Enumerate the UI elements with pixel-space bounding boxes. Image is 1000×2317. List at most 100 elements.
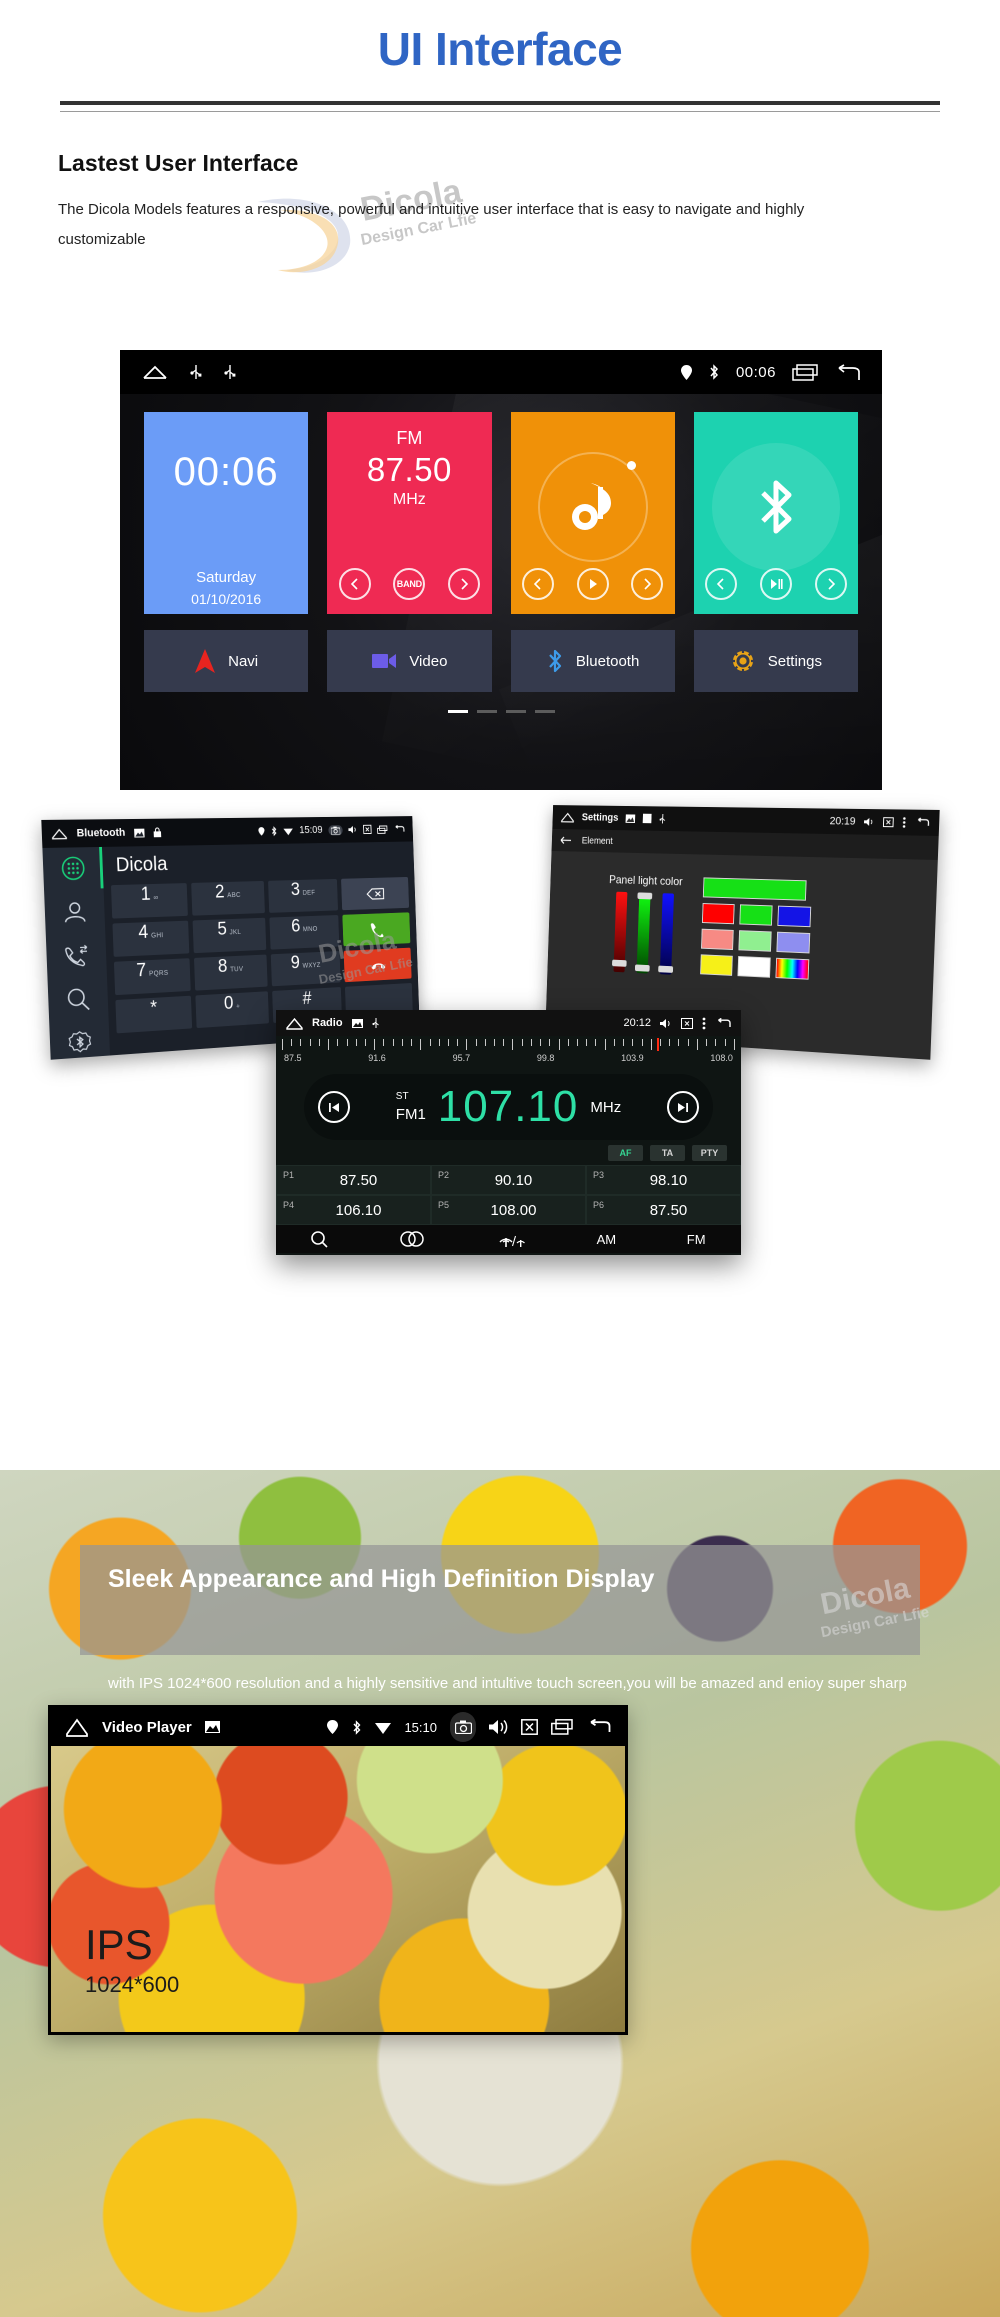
recents-icon[interactable] bbox=[792, 363, 818, 381]
camera-icon[interactable] bbox=[450, 1712, 476, 1742]
tile-radio[interactable]: FM 87.50 MHz BAND bbox=[327, 412, 492, 614]
volume-icon[interactable] bbox=[660, 1018, 672, 1029]
home-icon[interactable] bbox=[286, 1017, 303, 1030]
app-bluetooth[interactable]: Bluetooth bbox=[510, 630, 675, 692]
close-box-icon[interactable] bbox=[521, 1719, 538, 1735]
recents-icon[interactable] bbox=[551, 1719, 573, 1735]
sidebar-item-call-history[interactable] bbox=[59, 940, 95, 971]
bt-prev-button[interactable] bbox=[705, 568, 738, 600]
close-box-icon[interactable] bbox=[363, 825, 372, 834]
key-7[interactable]: 7 PQRS bbox=[113, 958, 191, 996]
rds-pty-button[interactable]: PTY bbox=[692, 1145, 727, 1161]
back-arrow-icon[interactable] bbox=[560, 836, 572, 845]
volume-icon[interactable] bbox=[489, 1719, 508, 1735]
radio-am-button[interactable]: AM bbox=[597, 1232, 617, 1247]
radio-frequency-scale[interactable]: 87.5 91.6 95.7 99.8 103.9 108.0 bbox=[276, 1036, 741, 1070]
camera-icon[interactable] bbox=[328, 824, 343, 836]
back-arrow-icon[interactable] bbox=[586, 1719, 611, 1735]
back-arrow-icon[interactable] bbox=[715, 1017, 731, 1029]
overflow-menu-icon[interactable] bbox=[902, 816, 906, 828]
swatch-green[interactable] bbox=[739, 904, 773, 926]
sidebar-item-search[interactable] bbox=[60, 983, 96, 1015]
tile-bluetooth[interactable] bbox=[693, 412, 858, 614]
overflow-menu-icon[interactable] bbox=[702, 1017, 706, 1030]
close-box-icon[interactable] bbox=[681, 1017, 693, 1029]
sidebar-item-bluetooth-settings[interactable] bbox=[62, 1027, 98, 1059]
app-settings[interactable]: Settings bbox=[693, 630, 858, 692]
bt-next-button[interactable] bbox=[814, 568, 847, 600]
swatch-pink[interactable] bbox=[701, 928, 735, 951]
back-arrow-icon[interactable] bbox=[834, 364, 860, 380]
key-5[interactable]: 5 JKL bbox=[192, 917, 266, 954]
swatch-rainbow[interactable] bbox=[775, 957, 810, 980]
home-icon[interactable] bbox=[561, 812, 575, 823]
key-9[interactable]: 9 WXYZ bbox=[270, 951, 341, 987]
key-0[interactable]: 0 + bbox=[195, 991, 269, 1029]
radio-band[interactable]: FM1 bbox=[396, 1106, 426, 1123]
swatch-white[interactable] bbox=[737, 956, 772, 978]
music-next-button[interactable] bbox=[631, 568, 664, 600]
app-video[interactable]: Video bbox=[327, 630, 492, 692]
radio-prev-button[interactable] bbox=[338, 568, 371, 600]
preset-p6[interactable]: P6 87.50 bbox=[586, 1195, 741, 1225]
music-play-button[interactable] bbox=[576, 568, 609, 600]
blue-slider-thumb[interactable] bbox=[658, 965, 674, 973]
recents-icon[interactable] bbox=[377, 825, 388, 833]
swatch-blue[interactable] bbox=[777, 905, 812, 928]
seek-prev-button[interactable] bbox=[318, 1091, 350, 1123]
back-arrow-icon[interactable] bbox=[393, 825, 405, 833]
seek-next-button[interactable] bbox=[667, 1091, 699, 1123]
home-icon[interactable] bbox=[51, 828, 67, 840]
swatch-red[interactable] bbox=[702, 903, 736, 925]
tile-music[interactable] bbox=[510, 412, 675, 614]
usb-icon[interactable] bbox=[190, 363, 202, 381]
key-star[interactable]: * bbox=[115, 995, 192, 1034]
key-1[interactable]: 1 ∞ bbox=[110, 883, 188, 919]
volume-icon[interactable] bbox=[863, 817, 875, 827]
home-icon[interactable] bbox=[142, 364, 168, 380]
page-dot-3[interactable] bbox=[505, 710, 526, 713]
green-slider[interactable] bbox=[635, 892, 653, 974]
radio-fm-button[interactable]: FM bbox=[687, 1232, 706, 1247]
page-dot-4[interactable] bbox=[534, 710, 555, 713]
blue-slider[interactable] bbox=[658, 893, 675, 975]
preset-p2[interactable]: P2 90.10 bbox=[431, 1165, 586, 1195]
key-6[interactable]: 6 MNO bbox=[268, 914, 340, 950]
radio-next-button[interactable] bbox=[448, 568, 481, 600]
music-prev-button[interactable] bbox=[521, 568, 554, 600]
rds-af-button[interactable]: AF bbox=[608, 1145, 643, 1161]
back-arrow-icon[interactable] bbox=[915, 818, 930, 828]
delete-key[interactable] bbox=[341, 876, 410, 911]
green-slider-thumb-top[interactable] bbox=[637, 892, 653, 900]
local-distance-icon[interactable] bbox=[496, 1230, 526, 1248]
sidebar-item-contacts[interactable] bbox=[57, 897, 93, 928]
key-3[interactable]: 3 DEF bbox=[267, 878, 339, 913]
key-8[interactable]: 8 TUV bbox=[193, 954, 268, 991]
home-icon[interactable] bbox=[65, 1717, 89, 1737]
usb-icon[interactable] bbox=[224, 363, 236, 381]
bt-play-pause-button[interactable] bbox=[759, 568, 792, 600]
swatch-yellow[interactable] bbox=[700, 954, 734, 976]
preset-p3[interactable]: P3 98.10 bbox=[586, 1165, 741, 1195]
red-slider[interactable] bbox=[612, 891, 628, 973]
preset-p5[interactable]: P5 108.00 bbox=[431, 1195, 586, 1225]
preset-p4[interactable]: P4 106.10 bbox=[276, 1195, 431, 1225]
key-4[interactable]: 4 GHI bbox=[112, 920, 190, 957]
swatch-light-green[interactable] bbox=[738, 930, 773, 952]
tile-clock[interactable]: 00:06 Saturday 01/10/2016 bbox=[144, 412, 309, 614]
swatch-periwinkle[interactable] bbox=[776, 931, 811, 954]
rds-ta-button[interactable]: TA bbox=[650, 1145, 685, 1161]
volume-icon[interactable] bbox=[348, 825, 357, 834]
page-dot-2[interactable] bbox=[476, 710, 497, 713]
sidebar-item-dialpad[interactable] bbox=[55, 853, 91, 884]
page-dot-1[interactable] bbox=[447, 710, 468, 713]
call-key[interactable] bbox=[342, 912, 411, 947]
end-call-key[interactable] bbox=[343, 947, 412, 983]
close-box-icon[interactable] bbox=[883, 817, 894, 827]
stereo-icon[interactable] bbox=[399, 1231, 425, 1247]
red-slider-thumb[interactable] bbox=[612, 959, 627, 967]
app-navi[interactable]: Navi bbox=[144, 630, 309, 692]
key-2[interactable]: 2 ABC bbox=[190, 880, 265, 916]
search-icon[interactable] bbox=[311, 1230, 328, 1248]
preset-p1[interactable]: P1 87.50 bbox=[276, 1165, 431, 1195]
